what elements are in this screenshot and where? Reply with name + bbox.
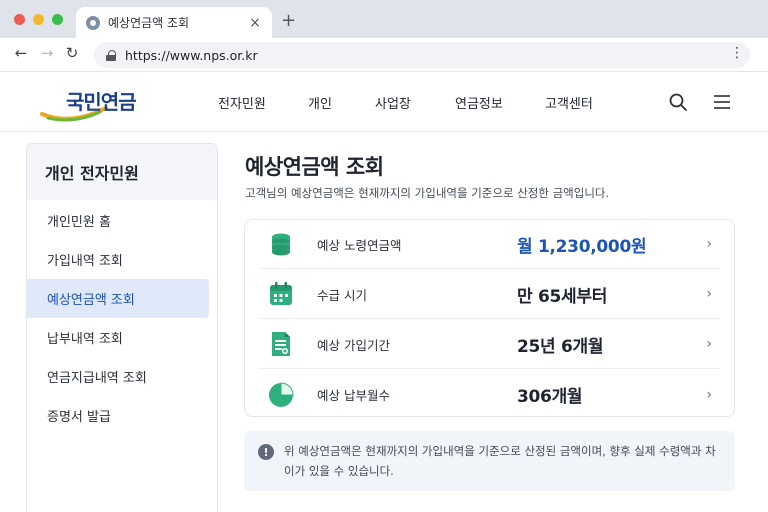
row-value: 월 1,230,000원	[517, 236, 647, 257]
site-header: 국민연금 전자민원 개인 사업장 연금정보 고객센터	[0, 72, 768, 132]
tab-close-icon[interactable]: ×	[248, 15, 262, 31]
search-icon[interactable]	[668, 92, 688, 112]
url-text[interactable]: https://www.nps.or.kr	[125, 48, 258, 63]
page-description: 고객님의 예상연금액은 현재까지의 가입내역을 기준으로 산정한 금액입니다.	[245, 186, 610, 200]
address-bar[interactable]: https://www.nps.or.kr	[94, 42, 750, 68]
reload-button[interactable]: ↻	[63, 44, 81, 62]
calendar-icon	[267, 280, 295, 308]
nav-item-business[interactable]: 사업장	[375, 93, 411, 112]
nav-item-pension-info[interactable]: 연금정보	[455, 93, 503, 112]
row-label: 수급 시기	[317, 287, 367, 303]
browser-tab-active[interactable]: 예상연금액 조회 ×	[76, 7, 272, 38]
favicon-icon	[86, 15, 100, 30]
chevron-right-icon[interactable]: ›	[706, 286, 712, 302]
document-icon	[267, 330, 295, 358]
sidebar-item-enrollment-history[interactable]: 가입내역 조회	[27, 240, 209, 279]
info-icon: !	[258, 444, 274, 460]
nav-item-personal[interactable]: 개인	[308, 93, 332, 112]
row-value: 만 65세부터	[517, 286, 608, 307]
browser-tab-bar: 예상연금액 조회 × +	[0, 0, 768, 38]
sidebar: 개인 전자민원 개인민원 홈 가입내역 조회 예상연금액 조회 납부내역 조회 …	[26, 143, 218, 512]
sidebar-title: 개인 전자민원	[45, 164, 139, 183]
nav-item-e-civil[interactable]: 전자민원	[218, 93, 266, 112]
back-button[interactable]: ←	[12, 44, 30, 62]
row-value: 306개월	[517, 387, 583, 407]
sidebar-item-payment-history[interactable]: 납부내역 조회	[27, 318, 209, 357]
minimize-window-button[interactable]	[33, 14, 44, 25]
logo-text: 국민연금	[66, 90, 137, 114]
row-label: 예상 납부월수	[317, 388, 390, 403]
sidebar-item-expected-pension[interactable]: 예상연금액 조회	[27, 279, 209, 318]
browser-menu-icon[interactable]: ⋮	[730, 46, 744, 60]
nav-item-customer-center[interactable]: 고객센터	[545, 93, 593, 112]
row-label: 예상 가입기간	[317, 337, 390, 353]
forward-button[interactable]: →	[38, 44, 56, 62]
maximize-window-button[interactable]	[52, 14, 63, 25]
pie-chart-icon	[267, 381, 295, 409]
pension-summary-card: 예상 노령연금액 월 1,230,000원 › 수급 시기 만 65세부터 ›	[244, 219, 735, 417]
chevron-right-icon[interactable]: ›	[706, 336, 712, 352]
notice-text: 위 예상연금액은 현재까지의 가입내역을 기준으로 산정된 금액이며, 향후 실…	[284, 444, 716, 478]
browser-toolbar: ← → ↻ https://www.nps.or.kr ⋮	[0, 38, 768, 72]
sidebar-item-pension-payment-history[interactable]: 연금지급내역 조회	[27, 357, 209, 396]
window-controls	[14, 14, 63, 25]
sidebar-item-home[interactable]: 개인민원 홈	[27, 201, 209, 240]
row-enrollment-period[interactable]: 예상 가입기간 25년 6개월 ›	[259, 320, 720, 369]
chevron-right-icon[interactable]: ›	[706, 387, 712, 403]
tab-title: 예상연금액 조회	[108, 16, 190, 30]
notice-box: ! 위 예상연금액은 현재까지의 가입내역을 기준으로 산정된 금액이며, 향후…	[244, 431, 735, 491]
new-tab-button[interactable]: +	[281, 10, 296, 31]
chevron-right-icon[interactable]: ›	[706, 236, 712, 252]
row-payment-months[interactable]: 예상 납부월수 306개월 ›	[259, 370, 720, 419]
row-benefit-start[interactable]: 수급 시기 만 65세부터 ›	[259, 270, 720, 319]
row-expected-pension[interactable]: 예상 노령연금액 월 1,230,000원 ›	[259, 220, 720, 269]
lock-icon	[106, 49, 116, 61]
row-value: 25년 6개월	[517, 336, 604, 357]
sidebar-item-certificate[interactable]: 증명서 발급	[27, 396, 209, 435]
site-logo[interactable]: 국민연금	[40, 82, 164, 122]
coins-icon	[267, 230, 295, 258]
hamburger-icon[interactable]	[712, 92, 732, 112]
row-label: 예상 노령연금액	[317, 237, 402, 253]
close-window-button[interactable]	[14, 14, 25, 25]
page-title: 예상연금액 조회	[245, 155, 384, 179]
sidebar-header: 개인 전자민원	[27, 144, 217, 200]
